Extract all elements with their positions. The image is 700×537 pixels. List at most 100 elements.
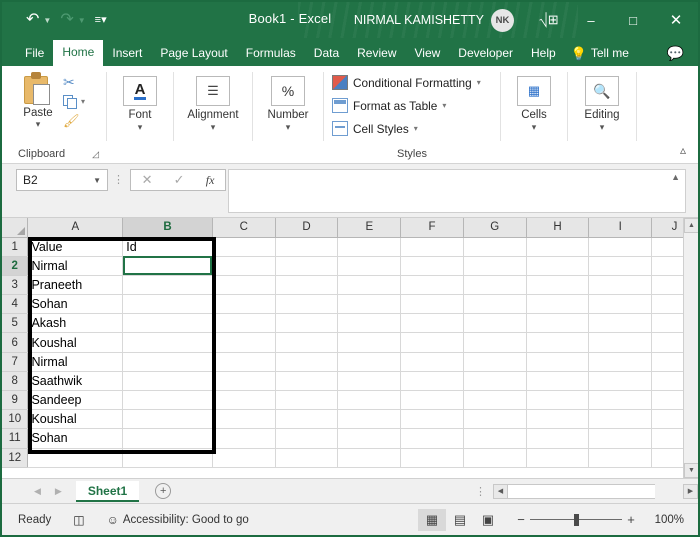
cell-e12[interactable]: [337, 448, 402, 468]
cell-h4[interactable]: [526, 294, 590, 315]
cell-g1[interactable]: [463, 237, 527, 257]
cell-g12[interactable]: [463, 448, 527, 468]
cell-g7[interactable]: [463, 352, 527, 372]
cell-d10[interactable]: [275, 409, 339, 430]
cell-b1[interactable]: Id: [122, 237, 213, 257]
comment-icon[interactable]: 💬: [667, 45, 684, 62]
cell-a10[interactable]: Koushal: [27, 409, 124, 430]
cell-a3[interactable]: Praneeth: [27, 275, 124, 296]
scroll-left-icon[interactable]: ◀: [493, 483, 508, 499]
redo-dropdown-icon[interactable]: ▼: [78, 16, 86, 25]
format-painter-button[interactable]: 🖌: [63, 112, 85, 129]
cell-d8[interactable]: [275, 371, 339, 392]
tab-page-layout[interactable]: Page Layout: [151, 41, 236, 66]
cell-c6[interactable]: [212, 332, 276, 353]
cell-e8[interactable]: [337, 371, 402, 392]
cut-button[interactable]: ✂: [63, 74, 85, 91]
ribbon-group-font[interactable]: A Font ▾: [107, 66, 173, 164]
column-header-a[interactable]: A: [27, 218, 124, 238]
tab-insert[interactable]: Insert: [103, 41, 151, 66]
cell-e4[interactable]: [337, 294, 402, 315]
ribbon-group-cells[interactable]: ▦ Cells ▾: [501, 66, 567, 164]
format-as-table-dropdown-icon[interactable]: ▾: [442, 101, 446, 110]
cell-e6[interactable]: [337, 332, 402, 353]
cell-d3[interactable]: [275, 275, 339, 296]
cell-d1[interactable]: [275, 237, 339, 257]
cell-e3[interactable]: [337, 275, 402, 296]
cell-a7[interactable]: Nirmal: [27, 352, 124, 372]
cell-i4[interactable]: [588, 294, 653, 315]
cell-g10[interactable]: [463, 409, 527, 430]
cell-e9[interactable]: [337, 390, 402, 411]
cell-h3[interactable]: [526, 275, 590, 296]
zoom-slider[interactable]: [530, 513, 622, 527]
cell-b8[interactable]: [122, 371, 213, 392]
cell-c2[interactable]: [212, 256, 276, 276]
cell-h11[interactable]: [526, 428, 590, 449]
collapse-ribbon-icon[interactable]: ▵: [680, 143, 686, 157]
expand-formula-bar-icon[interactable]: ▲: [671, 172, 680, 182]
cell-a12[interactable]: [27, 448, 124, 468]
cell-h7[interactable]: [526, 352, 590, 372]
cell-i12[interactable]: [588, 448, 653, 468]
cell-b4[interactable]: [122, 294, 213, 315]
cell-c12[interactable]: [212, 448, 276, 468]
cell-i3[interactable]: [588, 275, 653, 296]
row-header-11[interactable]: 11: [2, 428, 29, 449]
cell-e2[interactable]: [337, 256, 402, 276]
row-header-8[interactable]: 8: [2, 371, 29, 392]
cell-f6[interactable]: [400, 332, 464, 353]
row-header-9[interactable]: 9: [2, 390, 29, 411]
column-header-h[interactable]: H: [526, 218, 590, 238]
cell-d4[interactable]: [275, 294, 339, 315]
cell-i8[interactable]: [588, 371, 653, 392]
cell-d6[interactable]: [275, 332, 339, 353]
cell-i9[interactable]: [588, 390, 653, 411]
cell-c5[interactable]: [212, 313, 276, 334]
zoom-slider-thumb[interactable]: [574, 513, 579, 526]
cell-d2[interactable]: [275, 256, 339, 276]
cell-i11[interactable]: [588, 428, 653, 449]
add-sheet-icon[interactable]: +: [155, 483, 172, 499]
undo-icon[interactable]: ↶: [24, 9, 41, 31]
record-macro-icon[interactable]: ◫: [73, 513, 84, 527]
tab-view[interactable]: View: [406, 41, 450, 66]
name-box[interactable]: B2 ▼: [16, 169, 108, 191]
cell-h8[interactable]: [526, 371, 590, 392]
scroll-up-icon[interactable]: ▲: [684, 218, 698, 233]
undo-dropdown-icon[interactable]: ▼: [43, 16, 51, 25]
horizontal-scrollbar[interactable]: ◀ ▶: [493, 483, 698, 499]
cell-c7[interactable]: [212, 352, 276, 372]
ribbon-group-alignment[interactable]: ☰ Alignment ▾: [174, 66, 252, 164]
cell-styles-dropdown-icon[interactable]: ▾: [414, 124, 418, 133]
cell-h2[interactable]: [526, 256, 590, 276]
cancel-x-icon[interactable]: ✕: [142, 172, 153, 188]
cell-g11[interactable]: [463, 428, 527, 449]
row-header-2[interactable]: 2: [2, 256, 29, 276]
column-header-f[interactable]: F: [400, 218, 464, 238]
formula-input[interactable]: ▲: [228, 169, 686, 213]
cell-c4[interactable]: [212, 294, 276, 315]
cell-e11[interactable]: [337, 428, 402, 449]
cell-a5[interactable]: Akash: [27, 313, 124, 334]
column-header-e[interactable]: E: [337, 218, 402, 238]
cell-h9[interactable]: [526, 390, 590, 411]
copy-dropdown-icon[interactable]: ▾: [81, 97, 85, 106]
cell-a11[interactable]: Sohan: [27, 428, 124, 449]
cell-f1[interactable]: [400, 237, 464, 257]
scroll-down-icon[interactable]: ▼: [684, 463, 698, 478]
cell-b10[interactable]: [122, 409, 213, 430]
select-all-corner[interactable]: [2, 218, 29, 238]
conditional-formatting-dropdown-icon[interactable]: ▾: [477, 78, 481, 87]
cell-f12[interactable]: [400, 448, 464, 468]
cell-g8[interactable]: [463, 371, 527, 392]
previous-sheet-icon[interactable]: ◀: [34, 486, 41, 497]
close-icon[interactable]: ✕: [654, 2, 698, 38]
cell-e7[interactable]: [337, 352, 402, 372]
cell-e1[interactable]: [337, 237, 402, 257]
row-header-3[interactable]: 3: [2, 275, 29, 296]
cell-h5[interactable]: [526, 313, 590, 334]
cell-f4[interactable]: [400, 294, 464, 315]
cell-g2[interactable]: [463, 256, 527, 276]
tell-me-box[interactable]: 💡 Tell me: [571, 41, 638, 66]
